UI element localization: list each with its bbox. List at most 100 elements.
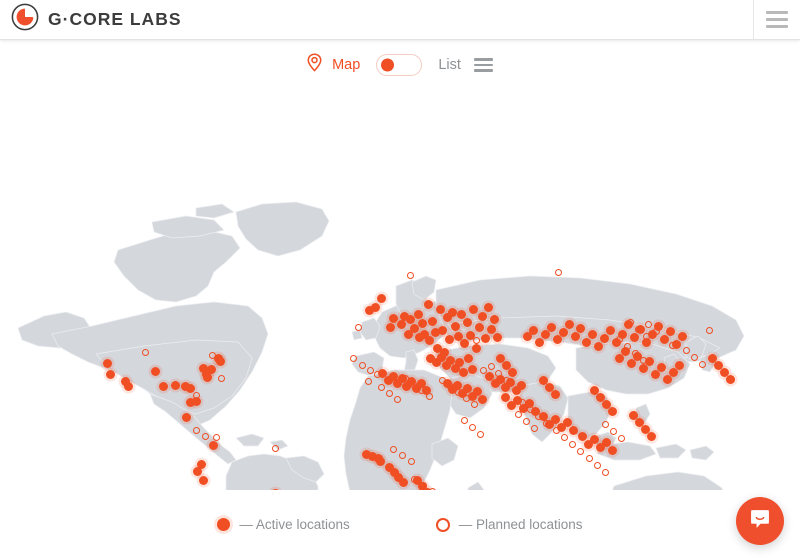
map-marker-active[interactable]: [413, 309, 423, 319]
map-marker-planned[interactable]: [476, 430, 484, 438]
map-marker-active[interactable]: [665, 326, 675, 336]
map-marker-planned[interactable]: [530, 424, 538, 432]
map-marker-active[interactable]: [456, 309, 466, 319]
map-marker-planned[interactable]: [438, 376, 446, 384]
map-marker-planned[interactable]: [609, 427, 617, 435]
map-marker-planned[interactable]: [192, 426, 200, 434]
map-marker-planned[interactable]: [358, 361, 366, 369]
map-marker-planned[interactable]: [212, 433, 220, 441]
map-marker-active[interactable]: [105, 369, 115, 379]
map-marker-active[interactable]: [472, 386, 482, 396]
map-marker-planned[interactable]: [652, 327, 660, 335]
map-marker-planned[interactable]: [271, 444, 279, 452]
map-marker-active[interactable]: [480, 333, 490, 343]
map-marker-active[interactable]: [629, 332, 639, 342]
map-marker-active[interactable]: [462, 317, 472, 327]
map-marker-active[interactable]: [450, 321, 460, 331]
map-marker-active[interactable]: [468, 304, 478, 314]
map-marker-active[interactable]: [376, 293, 386, 303]
map-marker-active[interactable]: [564, 319, 574, 329]
map-marker-active[interactable]: [477, 311, 487, 321]
map-marker-planned[interactable]: [398, 451, 406, 459]
hamburger-menu-icon[interactable]: [754, 0, 800, 40]
map-marker-active[interactable]: [158, 381, 168, 391]
map-marker-planned[interactable]: [446, 382, 454, 390]
map-marker-planned[interactable]: [554, 268, 562, 276]
map-marker-planned[interactable]: [560, 433, 568, 441]
list-lines-icon[interactable]: [473, 58, 493, 72]
map-marker-active[interactable]: [500, 392, 510, 402]
map-marker-active[interactable]: [587, 329, 597, 339]
map-marker-planned[interactable]: [354, 323, 362, 331]
map-marker-planned[interactable]: [410, 475, 418, 483]
map-marker-active[interactable]: [417, 318, 427, 328]
map-marker-active[interactable]: [646, 431, 656, 441]
map-marker-planned[interactable]: [425, 392, 433, 400]
map-marker-planned[interactable]: [201, 432, 209, 440]
brand-logo-link[interactable]: G·CORE LABS: [0, 0, 182, 39]
map-marker-planned[interactable]: [385, 389, 393, 397]
map-marker-planned[interactable]: [502, 376, 510, 384]
map-marker-planned[interactable]: [393, 395, 401, 403]
map-marker-active[interactable]: [215, 356, 225, 366]
map-marker-planned[interactable]: [698, 360, 706, 368]
map-marker-planned[interactable]: [377, 383, 385, 391]
map-marker-active[interactable]: [454, 357, 464, 367]
map-marker-active[interactable]: [181, 412, 191, 422]
map-marker-planned[interactable]: [682, 346, 690, 354]
map-marker-active[interactable]: [398, 477, 408, 487]
map-marker-planned[interactable]: [615, 335, 623, 343]
map-marker-planned[interactable]: [514, 410, 522, 418]
map-marker-planned[interactable]: [417, 386, 425, 394]
map-marker-planned[interactable]: [487, 362, 495, 370]
map-marker-planned[interactable]: [407, 457, 415, 465]
map-marker-planned[interactable]: [534, 412, 542, 420]
map-marker-planned[interactable]: [401, 374, 409, 382]
map-marker-active[interactable]: [607, 445, 617, 455]
map-marker-planned[interactable]: [349, 354, 357, 362]
map-marker-active[interactable]: [202, 372, 212, 382]
map-marker-active[interactable]: [375, 456, 385, 466]
map-marker-active[interactable]: [198, 475, 208, 485]
map-marker-active[interactable]: [483, 302, 493, 312]
map-marker-active[interactable]: [593, 341, 603, 351]
map-marker-planned[interactable]: [601, 468, 609, 476]
map-marker-active[interactable]: [562, 417, 572, 427]
map-list-toggle-switch[interactable]: [376, 54, 423, 76]
map-marker-planned[interactable]: [660, 334, 668, 342]
map-marker-planned[interactable]: [494, 369, 502, 377]
map-marker-planned[interactable]: [617, 434, 625, 442]
map-marker-planned[interactable]: [601, 420, 609, 428]
map-marker-planned[interactable]: [389, 445, 397, 453]
map-marker-active[interactable]: [575, 323, 585, 333]
map-marker-planned[interactable]: [623, 342, 631, 350]
map-marker-active[interactable]: [370, 302, 380, 312]
map-marker-active[interactable]: [528, 325, 538, 335]
map-marker-active[interactable]: [388, 313, 398, 323]
map-marker-planned[interactable]: [668, 341, 676, 349]
map-marker-active[interactable]: [550, 414, 560, 424]
map-marker-planned[interactable]: [406, 271, 414, 279]
map-marker-active[interactable]: [102, 358, 112, 368]
map-marker-active[interactable]: [185, 383, 195, 393]
map-marker-planned[interactable]: [428, 487, 436, 490]
map-marker-planned[interactable]: [454, 388, 462, 396]
map-marker-planned[interactable]: [593, 461, 601, 469]
map-marker-active[interactable]: [546, 322, 556, 332]
map-marker-planned[interactable]: [690, 353, 698, 361]
map-marker-active[interactable]: [486, 324, 496, 334]
map-marker-active[interactable]: [568, 425, 578, 435]
map-marker-planned[interactable]: [366, 366, 374, 374]
map-marker-planned[interactable]: [642, 332, 650, 340]
map-marker-active[interactable]: [489, 314, 499, 324]
chat-launcher-button[interactable]: [736, 497, 784, 545]
tab-map[interactable]: Map: [332, 58, 360, 73]
map-marker-active[interactable]: [170, 380, 180, 390]
map-marker-planned[interactable]: [585, 454, 593, 462]
map-marker-planned[interactable]: [462, 394, 470, 402]
map-marker-active[interactable]: [447, 307, 457, 317]
tab-list[interactable]: List: [438, 58, 461, 73]
map-marker-active[interactable]: [423, 299, 433, 309]
map-marker-planned[interactable]: [419, 481, 427, 489]
map-marker-active[interactable]: [477, 394, 487, 404]
